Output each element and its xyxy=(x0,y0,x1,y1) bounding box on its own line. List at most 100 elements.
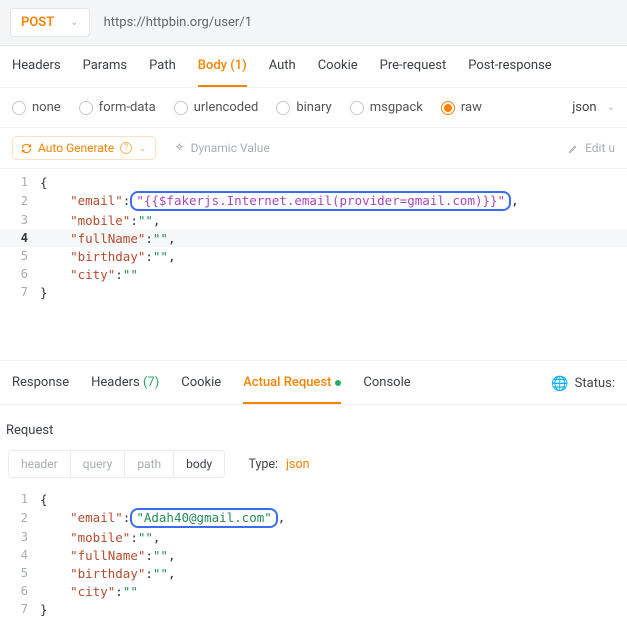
subtab-query[interactable]: query xyxy=(71,451,126,477)
line-number: 2 xyxy=(0,194,40,208)
code-punct: , xyxy=(168,231,176,246)
tab-pre-request[interactable]: Pre-request xyxy=(380,58,447,87)
edit-label: Edit u xyxy=(585,141,615,155)
auto-generate-label: Auto Generate xyxy=(38,141,114,155)
code-key: "birthday" xyxy=(70,249,145,264)
code-punct: : xyxy=(145,249,153,264)
code-value: "" xyxy=(153,249,168,264)
radio-label: msgpack xyxy=(370,100,423,115)
tab-cookie[interactable]: Cookie xyxy=(318,58,358,87)
help-icon: ? xyxy=(120,142,132,154)
request-section-title: Request xyxy=(0,405,627,450)
status-indicator[interactable]: 🌐 Status: xyxy=(551,376,615,404)
request-subtabs: header query path body xyxy=(8,450,225,478)
tab-body[interactable]: Body (1) xyxy=(198,58,247,87)
line-number: 6 xyxy=(0,267,40,281)
subtab-header[interactable]: header xyxy=(9,451,71,477)
line-number: 1 xyxy=(0,175,40,189)
code-punct: , xyxy=(278,510,286,525)
code-value: "" xyxy=(123,267,138,282)
tab-body-label: Body xyxy=(198,58,227,73)
subtab-body[interactable]: body xyxy=(174,451,224,477)
radio-icon xyxy=(174,101,188,115)
code-punct: : xyxy=(145,566,153,581)
tab-path[interactable]: Path xyxy=(149,58,176,87)
line-number: 4 xyxy=(0,548,40,562)
radio-label: binary xyxy=(296,100,331,115)
resp-tab-actual-request[interactable]: Actual Request xyxy=(243,375,341,404)
code-punct: , xyxy=(511,193,519,208)
radio-none[interactable]: none xyxy=(12,100,61,115)
tab-body-count: (1) xyxy=(230,58,246,73)
line-number: 5 xyxy=(0,249,40,263)
chevron-down-icon: ⌄ xyxy=(607,102,615,113)
line-number: 1 xyxy=(0,492,40,506)
code-template-value: "{{$fakerjs.Internet.email(provider=gmai… xyxy=(136,193,505,208)
code-punct: , xyxy=(168,548,176,563)
radio-label: none xyxy=(32,100,61,115)
code-value: "" xyxy=(138,213,153,228)
request-bar: POST ⌄ https://httpbin.org/user/1 xyxy=(0,0,627,46)
code-key: "city" xyxy=(70,584,115,599)
resp-tab-cookie[interactable]: Cookie xyxy=(181,375,221,404)
actual-request-editor: 1{ 2 "email":"Adah40@gmail.com", 3 "mobi… xyxy=(0,486,627,638)
code-punct: , xyxy=(168,566,176,581)
code-value: "" xyxy=(153,566,168,581)
line-number: 4 xyxy=(0,231,40,245)
code-punct: : xyxy=(123,193,131,208)
radio-formdata[interactable]: form-data xyxy=(79,100,156,115)
tab-params[interactable]: Params xyxy=(83,58,128,87)
code-punct: : xyxy=(145,231,153,246)
body-lang-select[interactable]: json ⌄ xyxy=(572,100,615,115)
resp-tab-console[interactable]: Console xyxy=(363,375,410,404)
divider xyxy=(0,321,627,361)
radio-raw[interactable]: raw xyxy=(441,100,482,115)
method-select[interactable]: POST ⌄ xyxy=(10,8,90,37)
auto-generate-button[interactable]: Auto Generate ? ⌄ xyxy=(12,136,156,160)
globe-icon: 🌐 xyxy=(551,376,568,392)
edit-button[interactable]: Edit u xyxy=(568,141,615,155)
radio-icon xyxy=(276,101,290,115)
resp-tab-headers-label: Headers xyxy=(91,375,140,390)
code-punct: : xyxy=(123,510,131,525)
code-punct: : xyxy=(145,548,153,563)
code-brace: { xyxy=(40,492,48,507)
code-value: "" xyxy=(153,548,168,563)
type-row: Type: json xyxy=(248,457,309,472)
code-punct: : xyxy=(130,213,138,228)
tab-headers[interactable]: Headers xyxy=(12,58,61,87)
code-key: "mobile" xyxy=(70,530,130,545)
tab-auth[interactable]: Auth xyxy=(269,58,296,87)
dynamic-value-label: Dynamic Value xyxy=(191,141,270,155)
response-tabs: Response Headers (7) Cookie Actual Reque… xyxy=(0,361,627,405)
request-tabs: Headers Params Path Body (1) Auth Cookie… xyxy=(0,46,627,88)
refresh-icon xyxy=(21,143,32,154)
resp-tab-headers[interactable]: Headers (7) xyxy=(91,375,159,404)
url-input[interactable]: https://httpbin.org/user/1 xyxy=(100,9,617,36)
radio-icon xyxy=(79,101,93,115)
status-label: Status: xyxy=(575,376,615,391)
code-value: "" xyxy=(138,530,153,545)
radio-icon xyxy=(441,101,455,115)
code-punct: : xyxy=(115,267,123,282)
code-key: "email" xyxy=(70,510,123,525)
radio-label: form-data xyxy=(99,100,156,115)
line-number: 3 xyxy=(0,213,40,227)
code-key: "fullName" xyxy=(70,548,145,563)
radio-label: urlencoded xyxy=(194,100,259,115)
resp-tab-actual-label: Actual Request xyxy=(243,375,331,390)
resp-tab-response[interactable]: Response xyxy=(12,375,69,404)
resp-tab-headers-count: (7) xyxy=(143,375,159,390)
radio-urlencoded[interactable]: urlencoded xyxy=(174,100,259,115)
radio-msgpack[interactable]: msgpack xyxy=(350,100,423,115)
body-type-row: none form-data urlencoded binary msgpack… xyxy=(0,88,627,128)
radio-binary[interactable]: binary xyxy=(276,100,331,115)
code-punct: : xyxy=(115,584,123,599)
subtab-path[interactable]: path xyxy=(125,451,174,477)
dynamic-value-button[interactable]: Dynamic Value xyxy=(174,141,270,155)
radio-icon xyxy=(12,101,26,115)
request-body-editor[interactable]: 1{ 2 "email":"{{$fakerjs.Internet.email(… xyxy=(0,169,627,321)
tab-post-response[interactable]: Post-response xyxy=(468,58,551,87)
code-key: "city" xyxy=(70,267,115,282)
code-key: "email" xyxy=(70,193,123,208)
